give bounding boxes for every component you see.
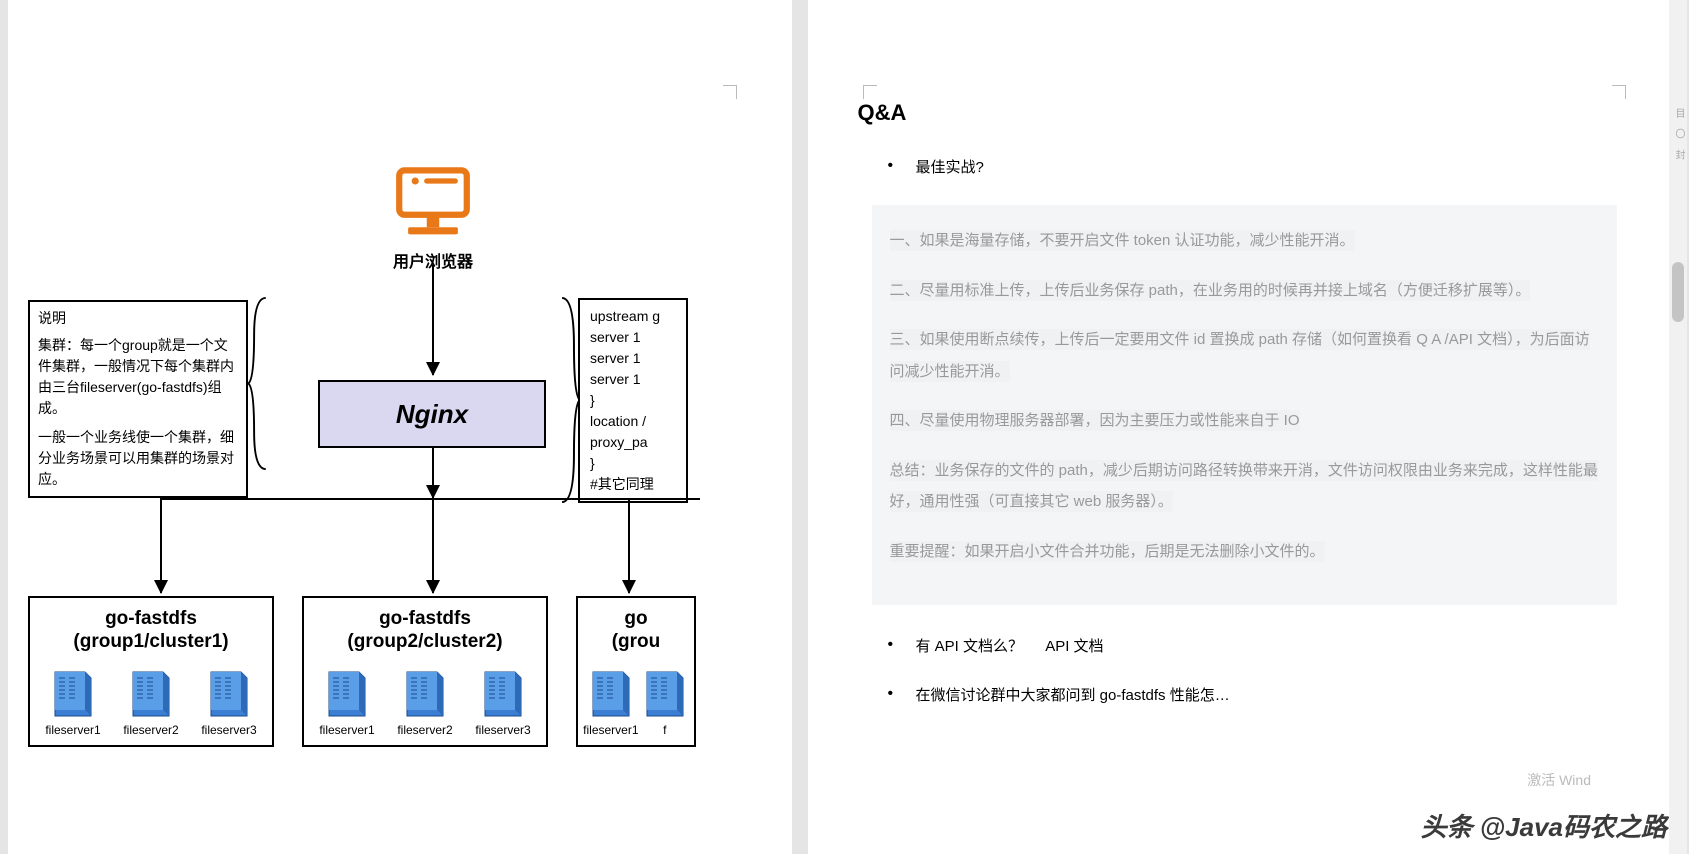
answer-line: 二、尽量用标准上传，上传后业务保存 path，在业务用的时候再并接上域名（方便迁…	[890, 280, 1531, 301]
answer-line: 四、尽量使用物理服务器部署，因为主要压力或性能来自于 IO	[890, 410, 1300, 431]
config-line: proxy_pa	[590, 432, 686, 453]
server-label: fileserver1	[583, 723, 638, 737]
corner-mark-icon	[1612, 85, 1626, 99]
config-line: server 1	[590, 327, 686, 348]
page-left-diagram: 用户浏览器 说明 集群：每一个group就是一个文件集群，一般情况下每个集群内由…	[8, 0, 792, 854]
cluster-node: go-fastdfs(group2/cluster2) fileserver1 fi…	[302, 596, 548, 747]
server-icon	[479, 662, 527, 718]
question-list: 最佳实战?	[888, 156, 1632, 177]
arrow-icon	[432, 498, 434, 593]
config-line: server 1	[590, 369, 686, 390]
viewport: 用户浏览器 说明 集群：每一个group就是一个文件集群，一般情况下每个集群内由…	[0, 0, 1689, 854]
fileserver-node: fileserver1	[45, 662, 100, 737]
api-doc-link[interactable]: API 文档	[1045, 638, 1103, 655]
answer-line: 重要提醒：如果开启小文件合并功能，后期是无法删除小文件的。	[890, 541, 1325, 562]
qa-heading: Q&A	[858, 100, 1632, 126]
config-line: server 1	[590, 348, 686, 369]
corner-mark-icon	[723, 85, 737, 99]
question-text: 最佳实战?	[916, 159, 984, 176]
brace-left-icon	[246, 296, 270, 471]
page-right-qa: Q&A 最佳实战? 一、如果是海量存储，不要开启文件 token 认证功能，减少…	[808, 0, 1682, 854]
nginx-node: Nginx	[318, 380, 546, 448]
fileserver-node: fileserver3	[201, 662, 256, 737]
question-item: 有 API 文档么？ API 文档	[888, 635, 1632, 656]
cluster-title-1: go-fastdfs	[34, 608, 268, 631]
fileserver-node: fileserver1	[319, 662, 374, 737]
question-text: 有 API 文档么？	[916, 638, 1024, 655]
question-item: 在微信讨论群中大家都问到 go-fastdfs 性能怎…	[888, 684, 1632, 705]
cluster-title-2: (group2/cluster2)	[308, 631, 542, 654]
config-line: }	[590, 390, 686, 411]
arrow-icon	[628, 498, 630, 593]
server-icon	[587, 662, 635, 718]
scroll-thumb[interactable]	[1672, 262, 1684, 322]
server-label: fileserver1	[45, 723, 100, 737]
note-left-p1: 集群：每一个group就是一个文件集群，一般情况下每个集群内由三台fileser…	[38, 335, 238, 419]
server-icon	[205, 662, 253, 718]
server-icon	[323, 662, 371, 718]
note-left: 说明 集群：每一个group就是一个文件集群，一般情况下每个集群内由三台file…	[28, 300, 248, 498]
answer-line: 总结：业务保存的文件的 path，减少后期访问路径转换带来开消，文件访问权限由业…	[890, 460, 1598, 513]
server-label: fileserver1	[319, 723, 374, 737]
question-item: 最佳实战?	[888, 156, 1632, 177]
connector	[160, 498, 700, 500]
monitor-icon	[388, 165, 478, 245]
answer-line: 一、如果是海量存储，不要开启文件 token 认证功能，减少性能开消。	[890, 230, 1355, 251]
question-list: 有 API 文档么？ API 文档 在微信讨论群中大家都问到 go-fastdf…	[888, 635, 1632, 705]
note-left-title: 说明	[38, 308, 238, 329]
server-icon	[49, 662, 97, 718]
architecture-diagram: 用户浏览器 说明 集群：每一个group就是一个文件集群，一般情况下每个集群内由…	[18, 20, 678, 840]
connector	[432, 448, 434, 498]
corner-mark-icon	[863, 85, 877, 99]
config-line: #其它同理	[590, 474, 686, 495]
fileserver-node: fileserver3	[475, 662, 530, 737]
config-line: location /	[590, 411, 686, 432]
arrow-icon	[160, 498, 162, 593]
user-browser-node: 用户浏览器	[388, 165, 478, 272]
fileserver-node: fileserver1	[583, 662, 638, 737]
cluster-title-1: go	[582, 608, 690, 631]
cluster-node: go-fastdfs(group1/cluster1) fileserver1 fi…	[28, 596, 274, 747]
server-label: fileserver3	[475, 723, 530, 737]
server-icon	[127, 662, 175, 718]
cluster-node: go(grou fileserver1f	[576, 596, 696, 747]
cluster-title-2: (grou	[582, 631, 690, 654]
fileserver-node: fileserver2	[397, 662, 452, 737]
config-line: }	[590, 453, 686, 474]
note-left-p2: 一般一个业务线使一个集群，细分业务场景可以用集群的场景对应。	[38, 427, 238, 490]
note-right: upstream gserver 1server 1server 1}locat…	[578, 298, 688, 503]
server-label: fileserver2	[397, 723, 452, 737]
server-label: fileserver2	[123, 723, 178, 737]
server-label: f	[641, 723, 689, 737]
windows-activation-watermark: 激活 Wind	[1527, 770, 1591, 790]
config-line: upstream g	[590, 306, 686, 327]
server-icon	[641, 662, 689, 718]
question-text: 在微信讨论群中大家都问到 go-fastdfs 性能怎…	[916, 687, 1230, 704]
answer-line: 三、如果使用断点续传，上传后一定要用文件 id 置换成 path 存储（如何置换…	[890, 329, 1590, 382]
server-label: fileserver3	[201, 723, 256, 737]
cluster-title-1: go-fastdfs	[308, 608, 542, 631]
cluster-title-2: (group1/cluster1)	[34, 631, 268, 654]
fileserver-node: fileserver2	[123, 662, 178, 737]
answer-box: 一、如果是海量存储，不要开启文件 token 认证功能，减少性能开消。二、尽量用…	[872, 205, 1618, 605]
author-brand: 头条 @Java码农之路	[1421, 807, 1667, 844]
side-tool-icons[interactable]: 目 〇 封	[1672, 108, 1686, 164]
fileserver-node: f	[641, 662, 689, 737]
arrow-icon	[432, 265, 434, 375]
server-icon	[401, 662, 449, 718]
